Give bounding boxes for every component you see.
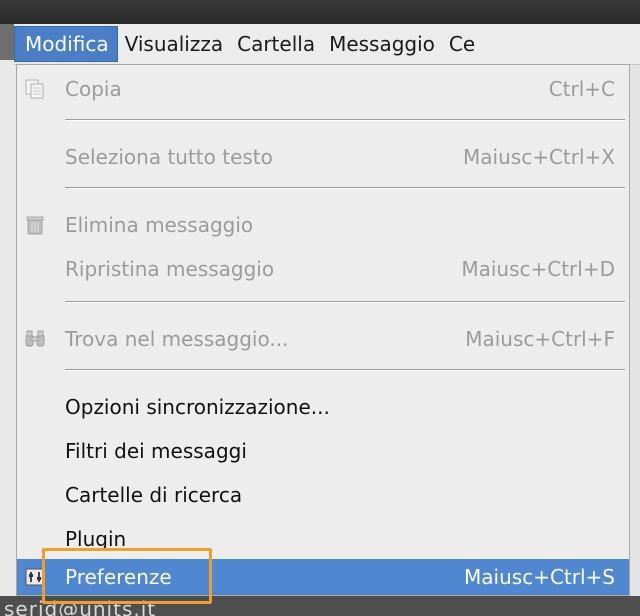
background-window-right [630,60,640,600]
menu-separator [65,119,625,121]
binoculars-icon [23,327,47,351]
modifica-dropdown-menu: Copia Ctrl+C Seleziona tutto testo Maius… [16,64,630,596]
menu-item-label: Seleziona tutto testo [65,145,273,169]
menubar-item-visualizza[interactable]: Visualizza [118,26,231,62]
menu-item-ripristina-messaggio[interactable]: Ripristina messaggio Maiusc+Ctrl+D [17,249,629,289]
background-window-left [0,60,16,600]
menubar: Modifica Visualizza Cartella Messaggio C… [14,24,640,65]
menubar-item-cartella[interactable]: Cartella [230,26,322,62]
menu-separator [65,369,625,371]
menu-item-cartelle-di-ricerca[interactable]: Cartelle di ricerca [17,475,629,515]
menu-item-shortcut: Maiusc+Ctrl+F [465,327,615,351]
menu-item-label: Copia [65,77,122,101]
menu-item-label: Cartelle di ricerca [65,483,243,507]
menu-item-shortcut: Maiusc+Ctrl+S [464,565,615,589]
screen: serid@units.it Modifica Visualizza Carte… [0,0,640,616]
menu-item-label: Ripristina messaggio [65,257,275,281]
menu-item-copia[interactable]: Copia Ctrl+C [17,69,629,109]
menu-item-filtri-dei-messaggi[interactable]: Filtri dei messaggi [17,431,629,471]
menu-item-label: Trova nel messaggio... [65,327,289,351]
menu-item-trova-nel-messaggio[interactable]: Trova nel messaggio... Maiusc+Ctrl+F [17,319,629,359]
menu-item-elimina-messaggio[interactable]: Elimina messaggio [17,205,629,245]
menu-item-label: Filtri dei messaggi [65,439,247,463]
menu-item-shortcut: Ctrl+C [548,77,615,101]
menu-item-seleziona-tutto-testo[interactable]: Seleziona tutto testo Maiusc+Ctrl+X [17,137,629,177]
menu-separator [65,187,625,189]
menu-separator [65,301,625,303]
menu-item-label: Opzioni sincronizzazione... [65,395,330,419]
callout-highlight-box [42,548,212,604]
window-titlebar [0,0,640,24]
menubar-item-cerca[interactable]: Ce [442,26,482,62]
menu-item-opzioni-sincronizzazione[interactable]: Opzioni sincronizzazione... [17,387,629,427]
menu-item-label: Elimina messaggio [65,213,254,237]
menubar-item-modifica[interactable]: Modifica [14,26,118,62]
menu-item-shortcut: Maiusc+Ctrl+D [461,257,615,281]
menu-item-shortcut: Maiusc+Ctrl+X [463,145,615,169]
copy-icon [23,77,47,101]
menubar-item-messaggio[interactable]: Messaggio [322,26,442,62]
trash-icon [23,213,47,237]
